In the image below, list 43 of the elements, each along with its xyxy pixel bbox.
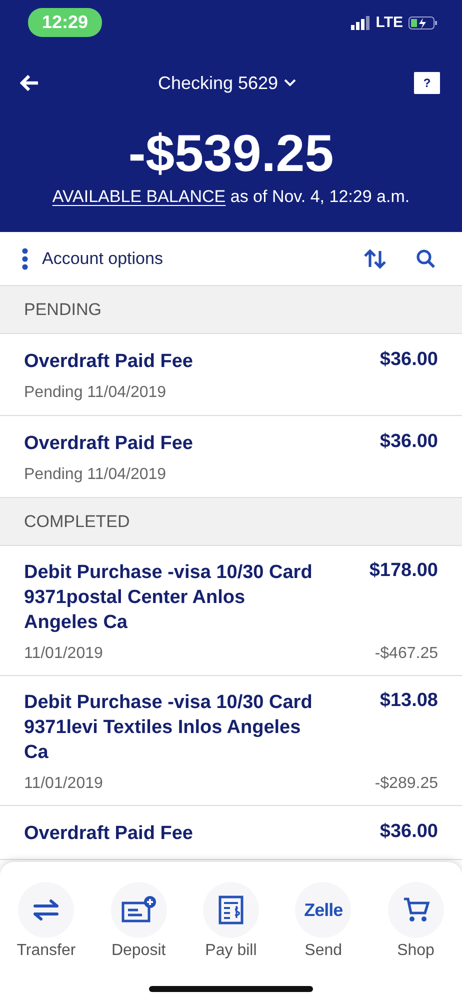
transaction-description: Overdraft Paid Fee [24, 350, 193, 374]
transaction-date: 11/01/2019 [24, 645, 104, 663]
account-selector[interactable]: Checking 5629 [158, 72, 278, 94]
nav-button[interactable]: Deposit [96, 882, 181, 960]
transaction-description: Overdraft Paid Fee [24, 822, 193, 846]
nav-button[interactable]: Transfer [4, 882, 88, 960]
transfer-icon [31, 898, 62, 922]
running-balance: -$289.25 [374, 775, 438, 793]
running-balance: -$467.25 [374, 645, 438, 663]
check-plus-icon [120, 895, 157, 925]
sort-icon[interactable] [364, 248, 386, 268]
bill-icon [218, 895, 244, 925]
section-header: COMPLETED [0, 498, 462, 546]
balance-amount: -$539.25 [127, 125, 335, 183]
nav-button[interactable]: Pay bill [188, 882, 273, 960]
nav-button[interactable]: Zelle Send [281, 882, 366, 960]
transaction-amount: $36.00 [380, 821, 438, 843]
help-button[interactable]: ? [414, 72, 440, 94]
transaction-amount: $36.00 [380, 431, 438, 453]
transaction-date: Pending 11/04/2019 [24, 466, 168, 484]
search-icon[interactable] [416, 248, 436, 268]
status-time: 12:29 [28, 8, 102, 37]
chevron-down-icon[interactable] [284, 79, 296, 87]
transaction-description: Debit Purchase -visa 10/30 Card 9371postal Center Anlos Angeles Ca [24, 561, 314, 635]
nav-button[interactable]: Shop [374, 882, 458, 960]
battery-charging-icon [408, 16, 438, 30]
more-vertical-icon[interactable] [22, 248, 28, 270]
as-of-date: as of Nov. 4, 12:29 a.m. [230, 187, 410, 206]
transaction-description: Overdraft Paid Fee [24, 432, 193, 456]
signal-icon [350, 16, 371, 30]
network-label: LTE [376, 14, 403, 31]
transaction-amount: $13.08 [380, 690, 438, 712]
available-balance-link[interactable]: AVAILABLE BALANCE [52, 187, 226, 206]
section-header: PENDING [0, 286, 462, 334]
transaction-amount: $178.00 [369, 560, 438, 582]
account-options-button[interactable]: Account options [42, 248, 364, 268]
back-arrow-icon[interactable] [20, 74, 40, 92]
transaction-description: Debit Purchase -visa 10/30 Card 9371levi Textiles Inlos Angeles Ca [24, 691, 314, 765]
transaction-date: Pending 11/04/2019 [24, 384, 168, 402]
zelle-logo: Zelle [304, 900, 343, 920]
cart-icon [402, 896, 430, 924]
transaction-date: 11/01/2019 [24, 775, 104, 793]
transaction-amount: $36.00 [380, 349, 438, 371]
